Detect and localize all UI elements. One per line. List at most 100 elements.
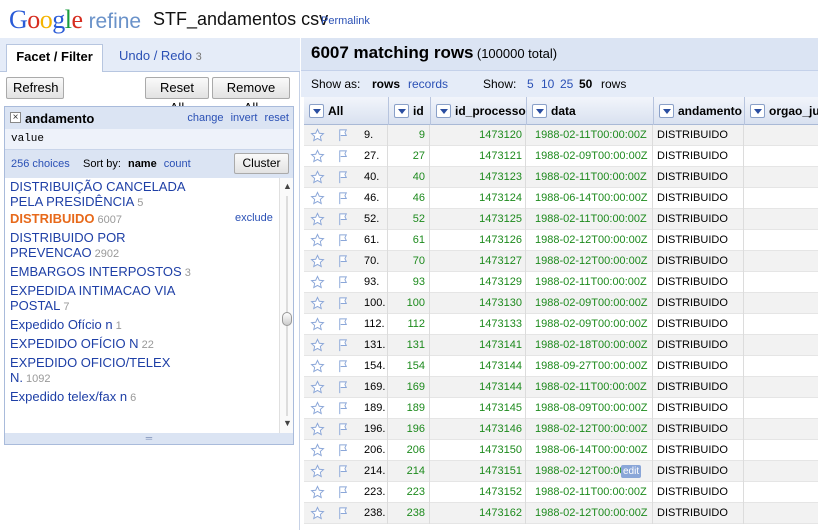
cell-orgao-jul[interactable] (745, 209, 818, 230)
cell-id-processo[interactable]: 1473150 (431, 440, 526, 461)
star-icon[interactable] (310, 443, 325, 458)
table-row[interactable]: 61. 61 1473126 1988-02-12T00:00:00Z DISTRIBU… (304, 230, 818, 251)
cell-id-processo[interactable]: 1473120 (431, 125, 526, 146)
chevron-down-icon[interactable] (750, 104, 765, 118)
cell-data[interactable]: 1988-02-12T00:00 edit (527, 461, 653, 482)
star-icon[interactable] (310, 128, 325, 143)
cell-data[interactable]: 1988-02-12T00:00:00Z (527, 230, 653, 251)
sort-name-option[interactable]: name (128, 158, 157, 170)
star-icon[interactable] (310, 233, 325, 248)
cell-andamento[interactable]: DISTRIBUIDO (654, 440, 744, 461)
cell-data[interactable]: 1988-02-11T00:00:00Z (527, 209, 653, 230)
cell-orgao-jul[interactable] (745, 293, 818, 314)
cluster-button[interactable]: Cluster (234, 153, 289, 174)
cell-data[interactable]: 1988-02-11T00:00:00Z (527, 482, 653, 503)
flag-icon[interactable] (336, 359, 351, 374)
star-icon[interactable] (310, 401, 325, 416)
table-row[interactable]: 189. 189 1473145 1988-08-09T00:00:00Z DISTRI… (304, 398, 818, 419)
column-header-orgao-jul[interactable]: orgao_jul (745, 97, 818, 125)
facet-expression[interactable]: value (5, 129, 293, 150)
star-icon[interactable] (310, 212, 325, 227)
column-header-id-processo[interactable]: id_processo (431, 97, 527, 125)
cell-id[interactable]: 46 (389, 188, 430, 209)
cell-andamento[interactable]: DISTRIBUIDO (654, 146, 744, 167)
table-row[interactable]: 70. 70 1473127 1988-02-12T00:00:00Z DISTRIBU… (304, 251, 818, 272)
cell-data[interactable]: 1988-06-14T00:00:00Z (527, 440, 653, 461)
cell-id-processo[interactable]: 1473129 (431, 272, 526, 293)
table-row[interactable]: 52. 52 1473125 1988-02-11T00:00:00Z DISTRIBU… (304, 209, 818, 230)
show-as-records[interactable]: records (408, 77, 448, 91)
cell-andamento[interactable]: DISTRIBUIDO (654, 272, 744, 293)
cell-data[interactable]: 1988-02-11T00:00:00Z (527, 272, 653, 293)
flag-icon[interactable] (336, 380, 351, 395)
page-size-10[interactable]: 10 (541, 77, 554, 91)
cell-id[interactable]: 93 (389, 272, 430, 293)
column-header-id[interactable]: id (389, 97, 431, 125)
flag-icon[interactable] (336, 422, 351, 437)
tab-undo-redo[interactable]: Undo / Redo 3 (119, 44, 202, 72)
table-row[interactable]: 46. 46 1473124 1988-06-14T00:00:00Z DISTRIBU… (304, 188, 818, 209)
cell-id-processo[interactable]: 1473125 (431, 209, 526, 230)
cell-id[interactable]: 223 (389, 482, 430, 503)
cell-id[interactable]: 206 (389, 440, 430, 461)
chevron-down-icon[interactable] (659, 104, 674, 118)
star-icon[interactable] (310, 275, 325, 290)
table-row[interactable]: 40. 40 1473123 1988-02-11T00:00:00Z DISTRIBU… (304, 167, 818, 188)
cell-id-processo[interactable]: 1473123 (431, 167, 526, 188)
star-icon[interactable] (310, 149, 325, 164)
star-icon[interactable] (310, 170, 325, 185)
cell-data[interactable]: 1988-02-09T00:00:00Z (527, 146, 653, 167)
cell-data[interactable]: 1988-02-12T00:00:00Z (527, 419, 653, 440)
cell-orgao-jul[interactable] (745, 440, 818, 461)
star-icon[interactable] (310, 380, 325, 395)
cell-orgao-jul[interactable] (745, 146, 818, 167)
flag-icon[interactable] (336, 401, 351, 416)
cell-data[interactable]: 1988-02-12T00:00:00Z (527, 251, 653, 272)
cell-andamento[interactable]: DISTRIBUIDO (654, 503, 744, 524)
facet-invert-link[interactable]: invert (231, 112, 258, 124)
cell-orgao-jul[interactable] (745, 251, 818, 272)
cell-id[interactable]: 131 (389, 335, 430, 356)
facet-choices-count[interactable]: 256 choices (11, 158, 70, 170)
cell-id[interactable]: 238 (389, 503, 430, 524)
cell-id[interactable]: 214 (389, 461, 430, 482)
cell-id-processo[interactable]: 1473152 (431, 482, 526, 503)
resize-grip-icon[interactable]: ═ (5, 433, 293, 444)
star-icon[interactable] (310, 506, 325, 521)
cell-orgao-jul[interactable] (745, 335, 818, 356)
cell-data[interactable]: 1988-02-09T00:00:00Z (527, 293, 653, 314)
table-row[interactable]: 169. 169 1473144 1988-02-11T00:00:00Z DISTRI… (304, 377, 818, 398)
cell-andamento[interactable]: DISTRIBUIDO (654, 356, 744, 377)
facet-choice-selected[interactable]: DISTRIBUIDO 6007 (10, 211, 270, 228)
cell-id-processo[interactable]: 1473133 (431, 314, 526, 335)
cell-andamento[interactable]: DISTRIBUIDO (654, 167, 744, 188)
facet-choice[interactable]: DISTRIBUIDO POR PREVENCAO 2902 (10, 230, 270, 262)
table-row[interactable]: 27. 27 1473121 1988-02-09T00:00:00Z DISTRIBU… (304, 146, 818, 167)
facet-change-link[interactable]: change (187, 112, 223, 124)
flag-icon[interactable] (336, 296, 351, 311)
star-icon[interactable] (310, 359, 325, 374)
cell-id[interactable]: 40 (389, 167, 430, 188)
cell-id[interactable]: 154 (389, 356, 430, 377)
cell-orgao-jul[interactable] (745, 272, 818, 293)
flag-icon[interactable] (336, 149, 351, 164)
table-row[interactable]: 154. 154 1473144 1988-09-27T00:00:00Z DISTRI… (304, 356, 818, 377)
cell-id-processo[interactable]: 1473121 (431, 146, 526, 167)
cell-id-processo[interactable]: 1473144 (431, 377, 526, 398)
sort-count-option[interactable]: count (164, 158, 191, 170)
cell-andamento[interactable]: DISTRIBUIDO (654, 335, 744, 356)
remove-all-button[interactable]: Remove All (212, 77, 290, 115)
cell-id-processo[interactable]: 1473126 (431, 230, 526, 251)
table-row[interactable]: 214. 214 1473151 1988-02-12T00:00 edit DISTRI… (304, 461, 818, 482)
cell-andamento[interactable]: DISTRIBUIDO (654, 293, 744, 314)
facet-choice[interactable]: DISTRIBUIÇÃO CANCELADA PELA PRESIDÊNCIA 5 (10, 179, 270, 211)
flag-icon[interactable] (336, 254, 351, 269)
show-as-rows[interactable]: rows (372, 77, 400, 91)
cell-andamento[interactable]: DISTRIBUIDO (654, 482, 744, 503)
flag-icon[interactable] (336, 275, 351, 290)
cell-andamento[interactable]: DISTRIBUIDO (654, 188, 744, 209)
cell-id[interactable]: 52 (389, 209, 430, 230)
cell-id-processo[interactable]: 1473162 (431, 503, 526, 524)
table-row[interactable]: 206. 206 1473150 1988-06-14T00:00:00Z DISTRI… (304, 440, 818, 461)
scroll-up-icon[interactable]: ▲ (283, 181, 292, 191)
